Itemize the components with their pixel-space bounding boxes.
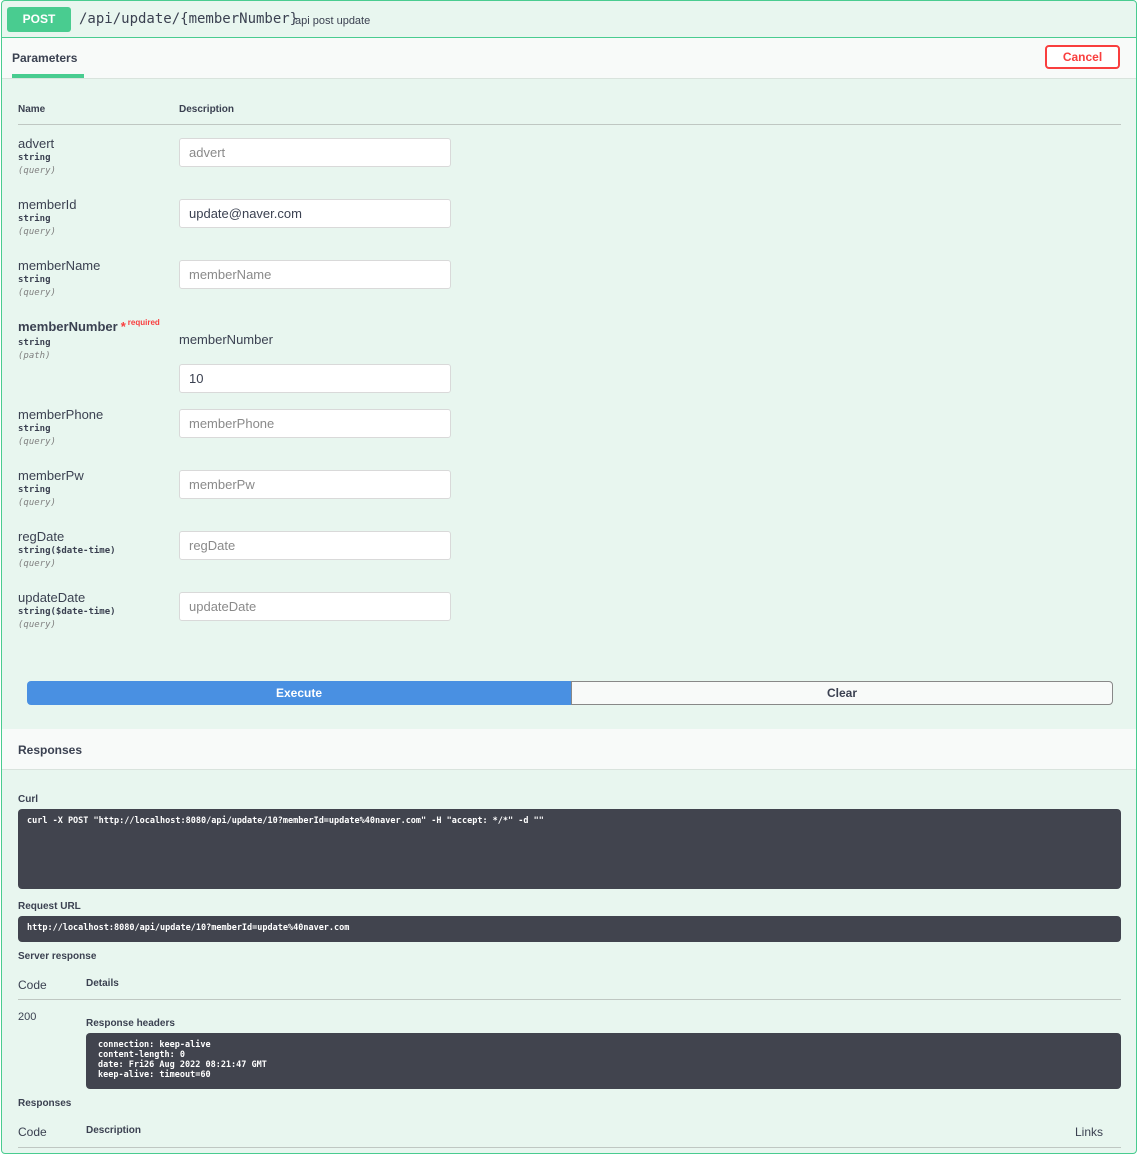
param-memberPw: memberPw string (query) (18, 468, 178, 508)
param-name: memberPw (18, 468, 84, 483)
responses-description-header: Description (86, 1125, 142, 1136)
operation-summary[interactable]: POST /api/update/{memberNumber} api post… (2, 1, 1136, 38)
responses-links-header: Links (1075, 1125, 1104, 1139)
param-name: memberName (18, 258, 101, 273)
param-name: updateDate (18, 590, 86, 605)
param-description: memberNumber (179, 332, 273, 347)
memberNumber-input[interactable] (179, 364, 451, 393)
param-location: (query) (18, 498, 56, 508)
param-name: advert (18, 136, 55, 151)
param-type: string($date-time) (18, 546, 116, 556)
tab-active-indicator (12, 74, 84, 78)
header-line: keep-alive: timeout=60 (98, 1070, 211, 1080)
advert-input[interactable] (179, 138, 451, 167)
param-location: (query) (18, 620, 56, 630)
memberPw-input[interactable] (179, 470, 451, 499)
memberName-input[interactable] (179, 260, 451, 289)
param-name: memberPhone (18, 407, 104, 422)
param-regDate: regDate string($date-time) (query) (18, 529, 178, 569)
request-url[interactable]: http://localhost:8080/api/update/10?memb… (18, 916, 1121, 942)
param-memberName: memberName string (query) (18, 258, 178, 298)
required-label: required (127, 318, 160, 327)
header-line: content-length: 0 (98, 1050, 185, 1060)
param-memberNumber: memberNumber * required string (path) (18, 318, 178, 361)
responses-code-header: Code (18, 1125, 47, 1139)
execute-button[interactable]: Execute (27, 681, 571, 705)
param-location: (query) (18, 166, 56, 176)
param-name: memberNumber (18, 319, 118, 334)
details-column-header: Details (86, 978, 119, 989)
param-type: string (18, 424, 51, 434)
updateDate-input[interactable] (179, 592, 451, 621)
method-badge: POST (7, 7, 71, 32)
param-memberPhone: memberPhone string (query) (18, 407, 178, 447)
responses-title: Responses (18, 743, 83, 757)
operation-block: POST /api/update/{memberNumber} api post… (1, 0, 1137, 1154)
parameters-tab-bar: Parameters Cancel (2, 38, 1136, 79)
memberId-input[interactable] (179, 199, 451, 228)
cancel-button[interactable]: Cancel (1045, 45, 1120, 69)
param-name: regDate (18, 529, 65, 544)
response-headers[interactable]: connection: keep-alive content-length: 0… (86, 1033, 1121, 1089)
clear-button[interactable]: Clear (571, 681, 1113, 705)
header-line: connection: keep-alive (98, 1040, 211, 1050)
operation-summary-text: api post update (295, 15, 371, 27)
curl-command[interactable]: curl -X POST "http://localhost:8080/api/… (18, 809, 1121, 889)
curl-label: Curl (18, 794, 38, 805)
column-header-name: Name (18, 104, 46, 115)
header-line: date: Fri26 Aug 2022 08:21:47 GMT (98, 1060, 267, 1070)
header-divider (18, 124, 1121, 125)
param-type: string($date-time) (18, 607, 116, 617)
param-name: memberId (18, 197, 77, 212)
required-star: * (120, 319, 126, 334)
param-updateDate: updateDate string($date-time) (query) (18, 590, 178, 630)
column-header-description: Description (179, 104, 235, 115)
param-memberId: memberId string (query) (18, 197, 178, 237)
param-type: string (18, 153, 51, 163)
regDate-input[interactable] (179, 531, 451, 560)
param-location: (query) (18, 559, 56, 569)
response-code: 200 (18, 1011, 37, 1023)
request-url-label: Request URL (18, 901, 81, 912)
tab-parameters[interactable]: Parameters (12, 51, 77, 65)
responses-divider (18, 1147, 1121, 1148)
response-headers-label: Response headers (86, 1018, 175, 1029)
param-type: string (18, 485, 51, 495)
param-location: (query) (18, 227, 56, 237)
operation-path: /api/update/{memberNumber} (79, 11, 299, 27)
execute-wrapper: Execute Clear (27, 681, 1113, 705)
param-type: string (18, 214, 51, 224)
param-type: string (18, 275, 51, 285)
param-location: (query) (18, 437, 56, 447)
server-response-divider (18, 999, 1121, 1000)
responses-label: Responses (18, 1098, 72, 1109)
param-location: (query) (18, 288, 56, 298)
memberPhone-input[interactable] (179, 409, 451, 438)
param-advert: advert string (query) (18, 136, 178, 176)
responses-header-bar: Responses (2, 729, 1136, 770)
param-type: string (18, 338, 51, 348)
code-column-header: Code (18, 978, 47, 992)
param-location: (path) (18, 351, 51, 361)
server-response-label: Server response (18, 951, 97, 962)
